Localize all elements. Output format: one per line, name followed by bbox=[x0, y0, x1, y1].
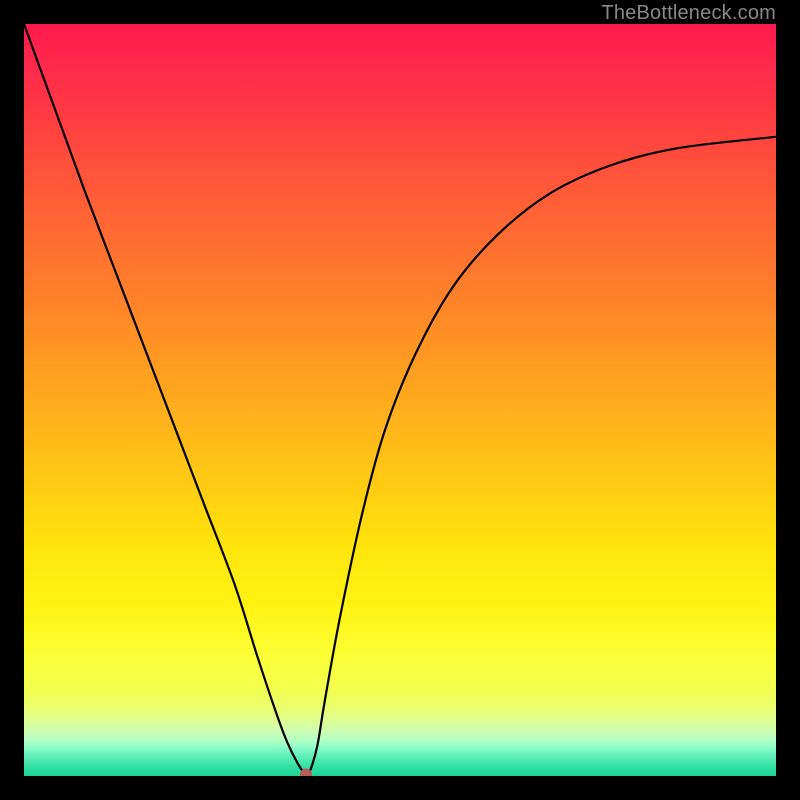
chart-container: TheBottleneck.com bbox=[0, 0, 800, 800]
plot-area bbox=[24, 24, 776, 776]
watermark-text: TheBottleneck.com bbox=[601, 2, 776, 25]
chart-svg bbox=[24, 24, 776, 776]
bottleneck-curve bbox=[24, 24, 776, 775]
